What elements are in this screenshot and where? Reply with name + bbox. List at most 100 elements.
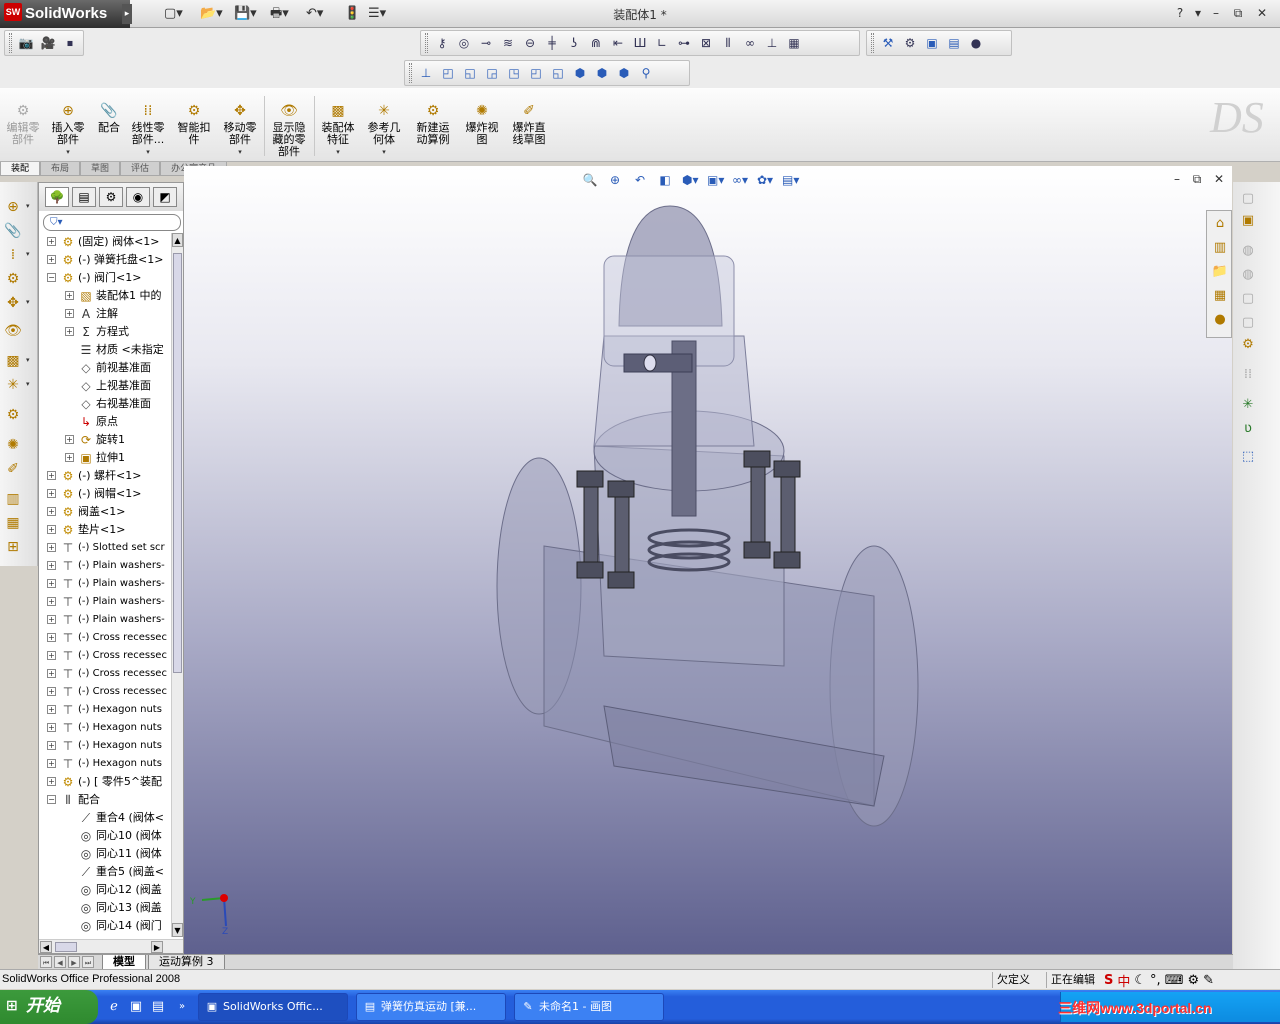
- media-icon[interactable]: ▣: [128, 999, 144, 1015]
- tree-item[interactable]: + A 注解: [39, 305, 171, 323]
- graphics-viewport[interactable]: 🔍 ⊕ ↶ ◧ ⬢▾ ▣▾ ∞▾ ✿▾ ▤▾ – ⧉ ✕ Y Z: [184, 166, 1232, 956]
- camera-icon[interactable]: 📷: [18, 35, 34, 51]
- reference-geometry-icon[interactable]: ✳: [4, 376, 22, 394]
- dimxpert-tab-icon[interactable]: ◉: [126, 187, 150, 207]
- view-orientation-icon[interactable]: ⬢▾: [682, 172, 699, 188]
- box-x-icon[interactable]: ⊠: [698, 35, 714, 51]
- expand-icon[interactable]: +: [47, 237, 56, 246]
- tab-layout[interactable]: 布局: [40, 162, 81, 176]
- tree-item[interactable]: ⟋ 重合4 (阀体<: [39, 809, 171, 827]
- expand-icon[interactable]: +: [65, 453, 74, 462]
- open-icon[interactable]: 📂▾: [200, 5, 223, 23]
- tree-item[interactable]: + ⊤ (-) Cross recessec: [39, 629, 171, 647]
- tab-model[interactable]: 模型: [102, 955, 146, 970]
- front-view-icon[interactable]: ◰: [440, 65, 456, 81]
- expand-icon[interactable]: +: [47, 597, 56, 606]
- trimetric-view-icon[interactable]: ⬢: [594, 65, 610, 81]
- move-component-button[interactable]: ✥ 移动零 部件 ▾: [220, 102, 260, 158]
- configure-icon[interactable]: ⚙: [1239, 336, 1257, 354]
- tree-item[interactable]: ◎ 同心11 (阀体: [39, 845, 171, 863]
- ie-icon[interactable]: ℯ: [106, 999, 122, 1015]
- tree-item[interactable]: ◎ 同心14 (阀门: [39, 917, 171, 935]
- scroll-down-icon[interactable]: ▼: [172, 923, 183, 937]
- ime-punct-icon[interactable]: °,: [1150, 973, 1161, 988]
- chevron-down-icon[interactable]: ▾: [220, 146, 260, 158]
- explode-line-sketch-button[interactable]: ✐ 爆炸直 线草图: [508, 102, 550, 146]
- help-dropdown-icon[interactable]: ▾: [1190, 5, 1206, 21]
- view-tool-icon[interactable]: ⚒: [880, 35, 896, 51]
- mate-icon[interactable]: 📎: [4, 222, 22, 240]
- undo-icon[interactable]: ↶▾: [306, 5, 323, 23]
- tree-item[interactable]: + ⊤ (-) Hexagon nuts: [39, 719, 171, 737]
- tree-item[interactable]: − ⫴ 配合: [39, 791, 171, 809]
- design-library-icon[interactable]: ▥: [1211, 239, 1229, 257]
- mate-button[interactable]: 📎 配合: [94, 102, 124, 134]
- reference-geometry-icon[interactable]: ✳: [1239, 396, 1257, 414]
- tree-item[interactable]: + ⚙ (-) 螺杆<1>: [39, 467, 171, 485]
- last-tab-icon[interactable]: ⏭: [82, 956, 94, 968]
- edit-appearance-icon[interactable]: ✿▾: [757, 172, 773, 188]
- tree-item[interactable]: + ⚙ (-) [ 零件5^装配: [39, 773, 171, 791]
- arrow-left-icon[interactable]: ⇤: [610, 35, 626, 51]
- chevron-down-icon[interactable]: ▾: [48, 146, 88, 158]
- home-icon[interactable]: ⌂: [1211, 215, 1229, 233]
- apply-scene-icon[interactable]: ▤▾: [782, 172, 799, 188]
- viewport-restore-button[interactable]: ⧉: [1190, 172, 1204, 186]
- show-hidden-icon[interactable]: 👁: [4, 322, 22, 340]
- tree-item[interactable]: ◇ 右视基准面: [39, 395, 171, 413]
- hscroll-thumb[interactable]: [55, 942, 77, 952]
- add-in-icon[interactable]: ⊞: [4, 538, 22, 556]
- expand-icon[interactable]: +: [47, 255, 56, 264]
- tree-item[interactable]: ↳ 原点: [39, 413, 171, 431]
- slot-icon[interactable]: ⊖: [522, 35, 538, 51]
- sphere-icon[interactable]: ●: [968, 35, 984, 51]
- help-icon[interactable]: ?: [1172, 5, 1188, 21]
- concentric-mate-icon[interactable]: ◎: [456, 35, 472, 51]
- expand-icon[interactable]: +: [47, 543, 56, 552]
- key-icon[interactable]: ⚷: [434, 35, 450, 51]
- scroll-up-icon[interactable]: ▲: [172, 233, 183, 247]
- tree-filter-icon[interactable]: ⛉▾: [43, 214, 181, 231]
- restore-button[interactable]: ⧉: [1230, 5, 1246, 21]
- edit-component-button[interactable]: ⚙ 编辑零 部件: [4, 102, 42, 146]
- pin-icon[interactable]: ╪: [544, 35, 560, 51]
- ime-settings-icon[interactable]: ⚙: [1187, 973, 1199, 988]
- new-icon[interactable]: ▢▾: [164, 5, 183, 23]
- curve-icon[interactable]: ʋ: [1239, 420, 1257, 438]
- tree-item[interactable]: ⟋ 重合5 (阀盖<: [39, 863, 171, 881]
- grayed-tool-icon[interactable]: ◍: [1239, 266, 1257, 284]
- expand-icon[interactable]: +: [47, 777, 56, 786]
- expand-icon[interactable]: +: [47, 579, 56, 588]
- desktop-icon[interactable]: ▤: [150, 999, 166, 1015]
- tree-item[interactable]: + ⊤ (-) Plain washers-: [39, 611, 171, 629]
- assembly-icon[interactable]: ▣: [1239, 212, 1257, 230]
- tab-assembly[interactable]: 装配: [0, 162, 41, 176]
- start-button[interactable]: ⊞ 开始: [0, 990, 98, 1024]
- tab-motion-study-3[interactable]: 运动算例 3: [148, 955, 225, 970]
- tree-horizontal-scrollbar[interactable]: ◀ ▶: [39, 939, 183, 953]
- prev-tab-icon[interactable]: ◀: [54, 956, 66, 968]
- chevron-down-icon[interactable]: ▾: [318, 146, 358, 158]
- viewport-minimize-button[interactable]: –: [1170, 172, 1184, 186]
- solidworks-logo[interactable]: SW SolidWorks: [0, 0, 130, 28]
- insert-component-icon[interactable]: ⊕: [4, 198, 22, 216]
- ime-chinese-icon[interactable]: 中: [1117, 971, 1130, 990]
- move-component-icon[interactable]: ✥: [4, 294, 22, 312]
- top-view-icon[interactable]: ◰: [528, 65, 544, 81]
- tree-item[interactable]: + ⚙ (-) 弹簧托盘<1>: [39, 251, 171, 269]
- tree-item[interactable]: + ⊤ (-) Cross recessec: [39, 683, 171, 701]
- expand-icon[interactable]: +: [47, 471, 56, 480]
- insert-component-button[interactable]: ⊕ 插入零 部件 ▾: [48, 102, 88, 158]
- expand-icon[interactable]: +: [65, 291, 74, 300]
- expand-icon[interactable]: +: [47, 687, 56, 696]
- expand-icon[interactable]: +: [47, 705, 56, 714]
- tree-item[interactable]: ☰ 材质 <未指定: [39, 341, 171, 359]
- expand-icon[interactable]: +: [47, 633, 56, 642]
- save-icon[interactable]: 💾▾: [234, 5, 257, 23]
- assembly-feature-icon[interactable]: ▩: [4, 352, 22, 370]
- ime-tool-icon[interactable]: ✎: [1203, 973, 1214, 988]
- gear-icon[interactable]: ⚙: [902, 35, 918, 51]
- tree-item[interactable]: + ⊤ (-) Plain washers-: [39, 557, 171, 575]
- rebuild-icon[interactable]: 🚦: [344, 5, 360, 23]
- expand-icon[interactable]: +: [47, 669, 56, 678]
